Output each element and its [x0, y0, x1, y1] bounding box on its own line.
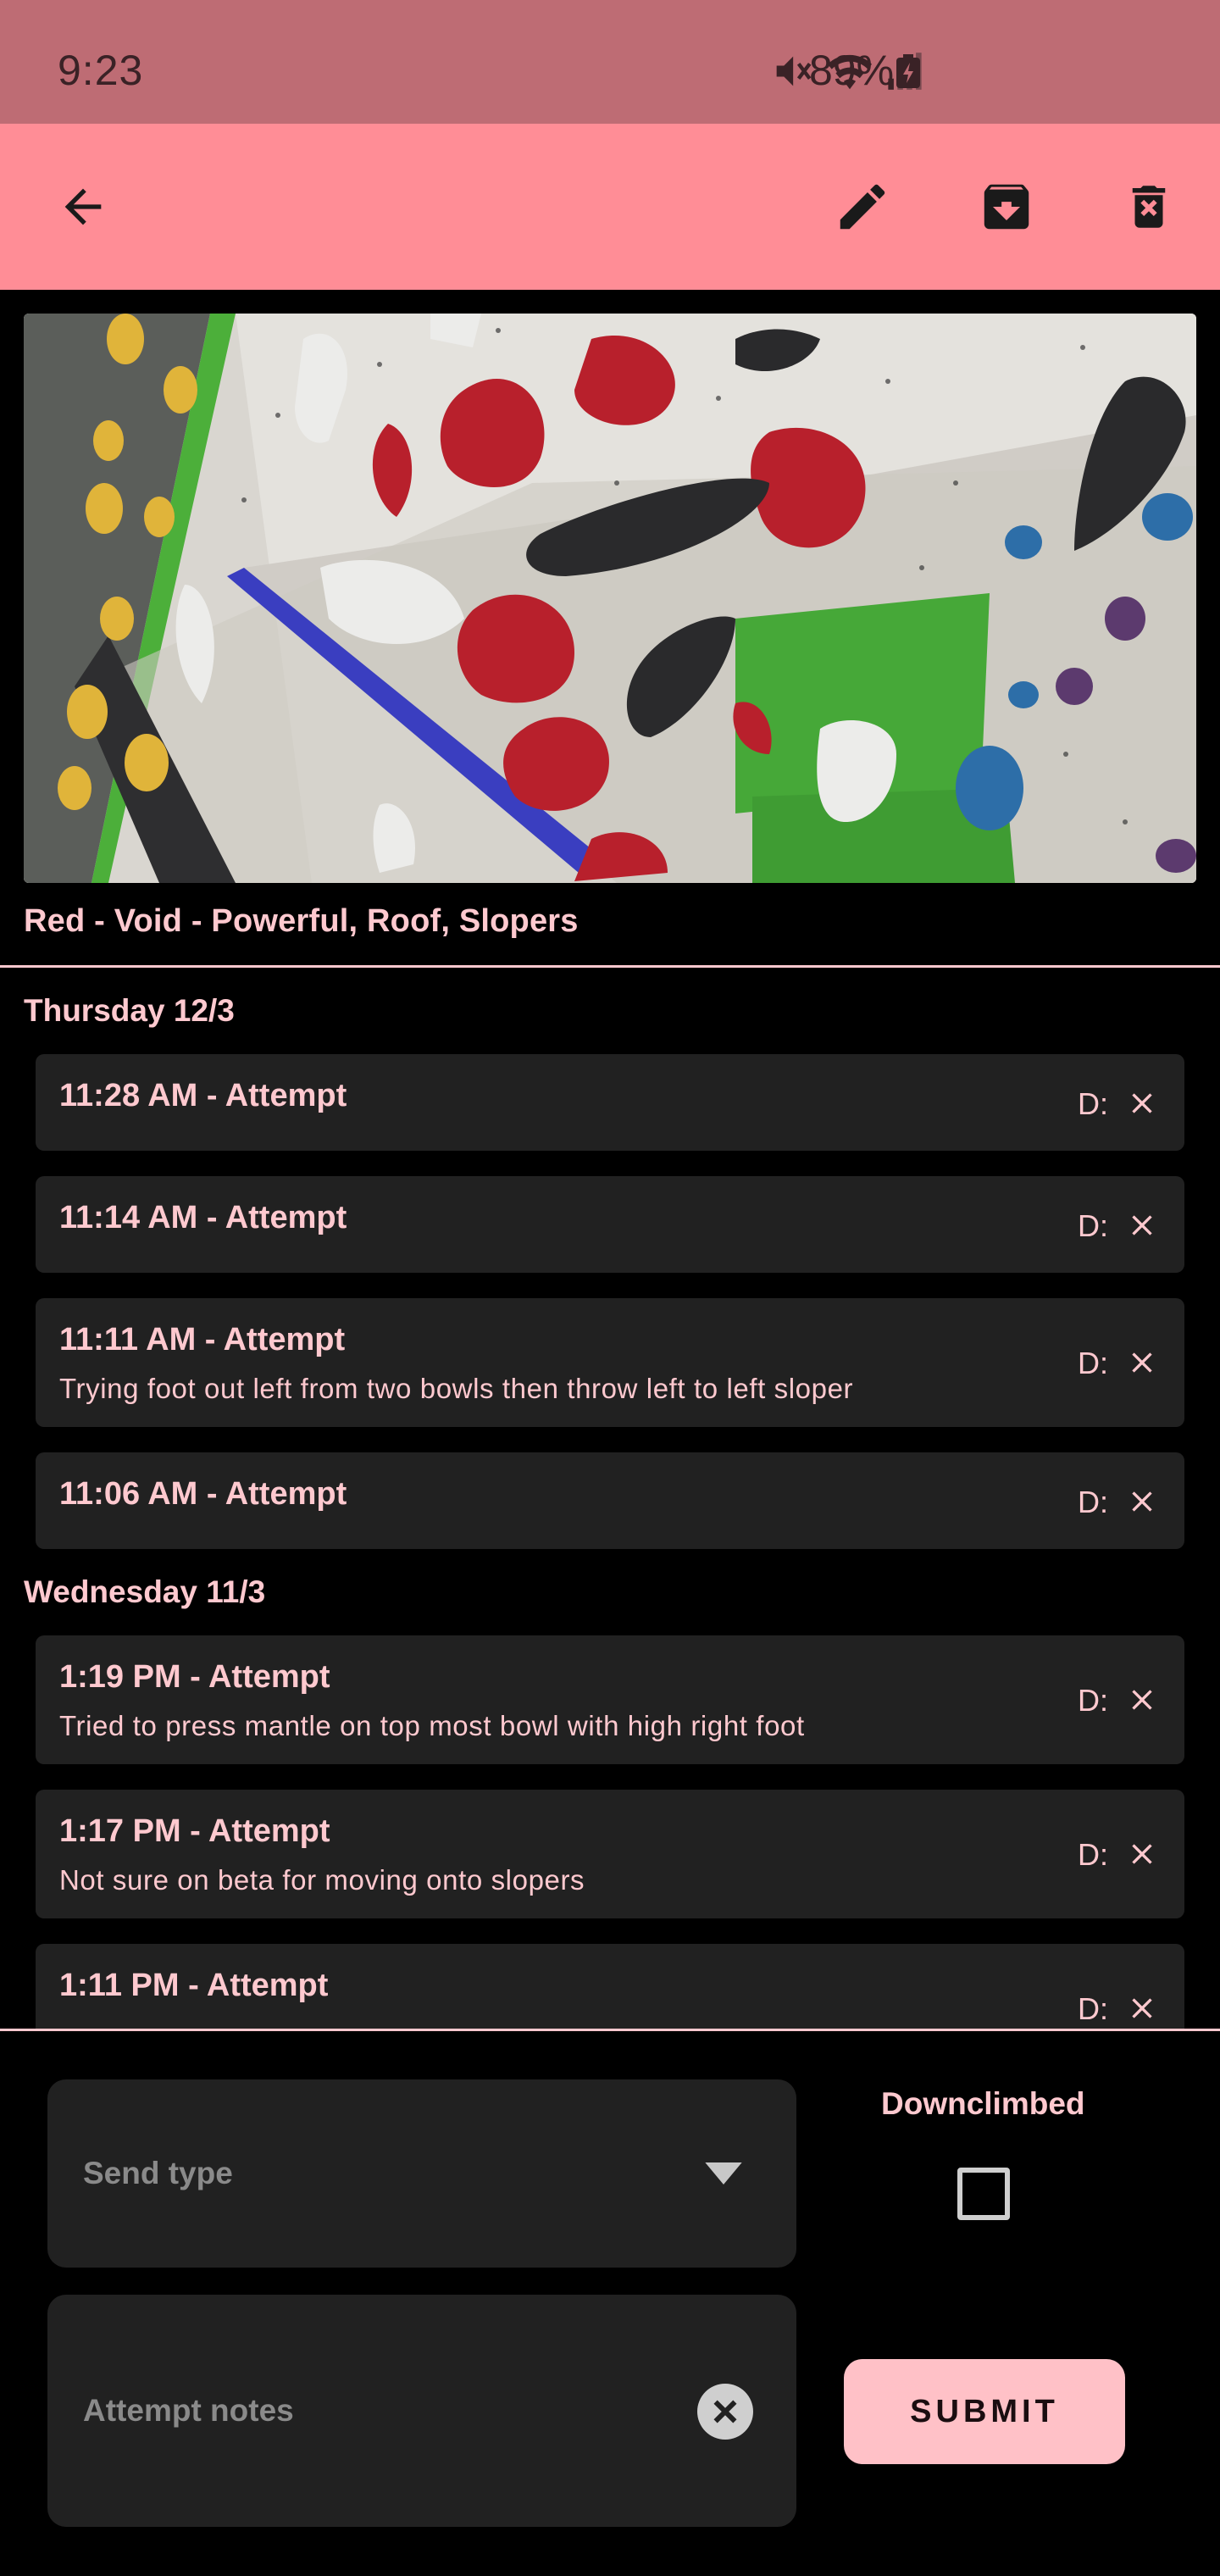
attempt-title: 11:28 AM - Attempt	[59, 1078, 347, 1113]
attempt-title: 11:11 AM - Attempt	[59, 1322, 346, 1357]
attempt-card[interactable]: 11:06 AM - Attempt D:	[36, 1452, 1184, 1549]
delete-button[interactable]	[1117, 175, 1181, 239]
attempt-card[interactable]: 11:14 AM - Attempt D:	[36, 1176, 1184, 1273]
route-photo[interactable]	[24, 314, 1196, 883]
close-icon[interactable]	[1125, 1086, 1159, 1120]
edit-button[interactable]	[830, 175, 895, 239]
close-icon[interactable]	[1125, 1837, 1159, 1871]
close-icon[interactable]	[1125, 1485, 1159, 1518]
clear-icon[interactable]	[695, 2381, 756, 2442]
archive-button[interactable]	[974, 175, 1039, 239]
attempt-title: 11:14 AM - Attempt	[59, 1200, 347, 1235]
attempt-card[interactable]: 1:19 PM - Attempt Tried to press mantle …	[36, 1635, 1184, 1764]
send-type-dropdown[interactable]: Send type	[47, 2079, 796, 2268]
downclimb-label: D:	[1078, 1485, 1108, 1519]
divider-top	[0, 965, 1220, 968]
downclimb-label: D:	[1078, 1086, 1108, 1121]
battery-charging-icon	[896, 54, 920, 88]
battery-percent: 89%	[809, 47, 895, 94]
day-header: Thursday 12/3	[24, 993, 235, 1028]
downclimb-label: D:	[1078, 1683, 1108, 1718]
back-button[interactable]	[51, 175, 115, 239]
attempt-notes-placeholder: Attempt notes	[83, 2393, 294, 2428]
pencil-icon	[840, 184, 885, 230]
downclimbed-label: Downclimbed	[881, 2086, 1085, 2121]
close-icon[interactable]	[1125, 1683, 1159, 1717]
day-header: Wednesday 11/3	[24, 1574, 266, 1609]
attempt-note: Trying foot out left from two bowls then…	[59, 1373, 854, 1404]
downclimb-label: D:	[1078, 1208, 1108, 1243]
downclimb-label: D:	[1078, 1991, 1108, 2026]
status-time: 9:23	[58, 47, 144, 94]
delete-icon	[1132, 186, 1166, 228]
close-icon[interactable]	[1125, 1991, 1159, 2025]
status-bar: 9:23 89%	[0, 0, 1220, 124]
attempt-card[interactable]: 1:11 PM - Attempt D:	[36, 1944, 1184, 2030]
divider-bottom	[0, 2029, 1220, 2031]
attempt-log[interactable]: Thursday 12/3 11:28 AM - Attempt D: 11:1…	[0, 969, 1220, 2030]
attempt-card[interactable]: 11:28 AM - Attempt D:	[36, 1054, 1184, 1151]
downclimbed-checkbox[interactable]	[957, 2168, 1010, 2220]
attempt-note: Tried to press mantle on top most bowl w…	[59, 1710, 805, 1741]
attempt-title: 1:11 PM - Attempt	[59, 1968, 329, 2003]
attempt-card[interactable]: 1:17 PM - Attempt Not sure on beta for m…	[36, 1790, 1184, 1918]
close-icon[interactable]	[1125, 1346, 1159, 1380]
app-bar	[0, 124, 1220, 290]
attempt-note: Not sure on beta for moving onto slopers	[59, 1864, 585, 1896]
downclimb-label: D:	[1078, 1837, 1108, 1872]
arrow-back-icon	[64, 188, 102, 225]
close-icon[interactable]	[1125, 1208, 1159, 1242]
dropdown-arrow-icon	[705, 2162, 742, 2185]
submit-button[interactable]: SUBMIT	[844, 2359, 1125, 2464]
attempt-form: Send type Attempt notes Downclimbed SUBM…	[0, 2032, 1220, 2576]
attempt-card[interactable]: 11:11 AM - Attempt Trying foot out left …	[36, 1298, 1184, 1427]
attempt-title: 11:06 AM - Attempt	[59, 1476, 347, 1512]
send-type-placeholder: Send type	[83, 2156, 233, 2190]
climbing-wall-illustration	[24, 314, 1196, 883]
attempt-notes-field[interactable]: Attempt notes	[47, 2295, 796, 2527]
attempt-title: 1:19 PM - Attempt	[59, 1659, 330, 1695]
attempt-title: 1:17 PM - Attempt	[59, 1813, 330, 1849]
mute-icon	[776, 56, 812, 86]
archive-icon	[984, 184, 1029, 230]
downclimb-label: D:	[1078, 1346, 1108, 1380]
route-title: Red - Void - Powerful, Roof, Slopers	[24, 903, 579, 939]
